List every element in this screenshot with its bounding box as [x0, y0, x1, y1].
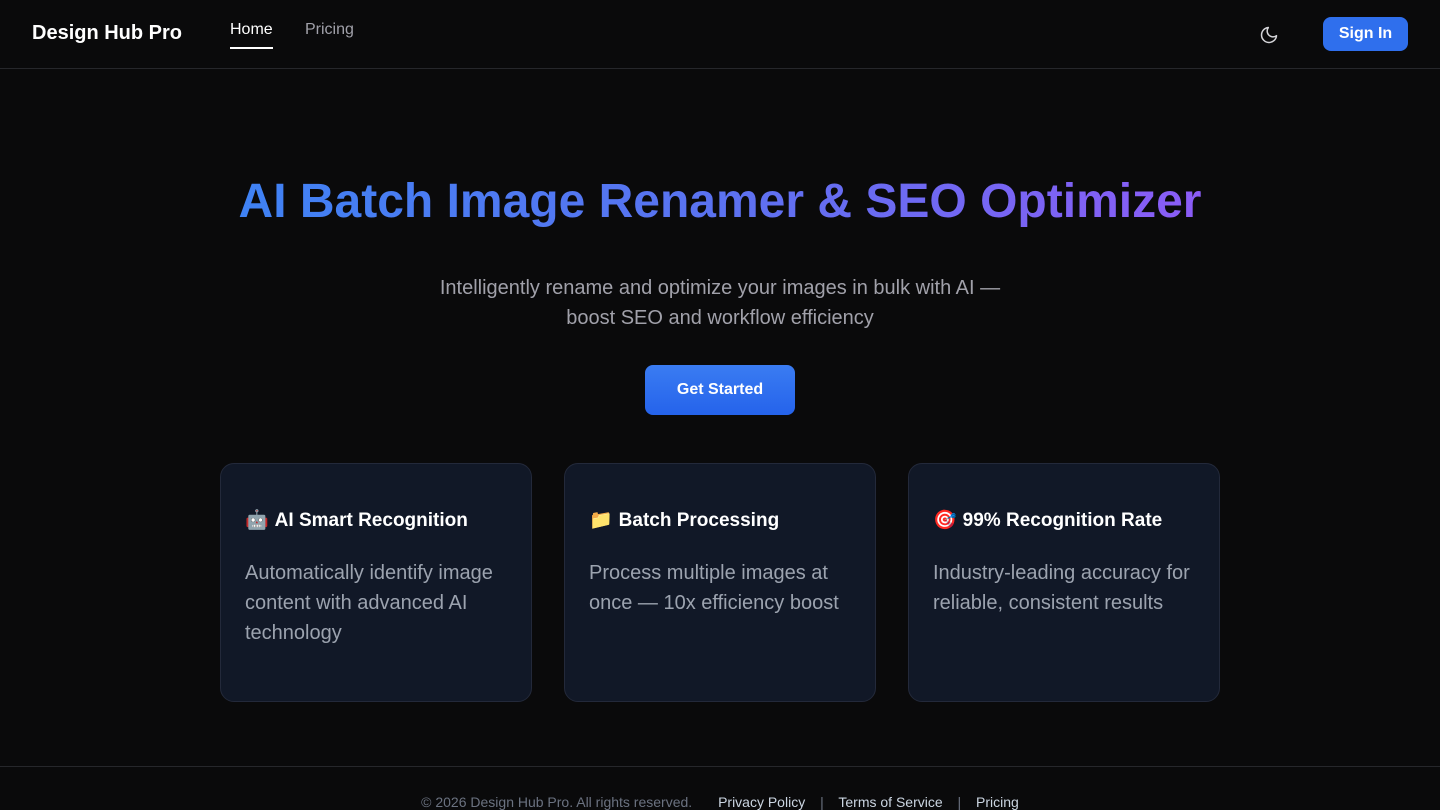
footer-terms-link[interactable]: Terms of Service: [838, 794, 942, 810]
footer-content: © 2026 Design Hub Pro. All rights reserv…: [0, 794, 1440, 810]
feature-card-title: 📁 Batch Processing: [589, 510, 851, 532]
feature-card-description: Automatically identify image content wit…: [245, 562, 493, 644]
nav-home-link[interactable]: Home: [230, 21, 273, 49]
page-title-text: AI Batch Image Renamer & SEO Optimizer: [238, 175, 1202, 228]
footer-copyright: © 2026 Design Hub Pro. All rights reserv…: [421, 794, 693, 810]
hero-subtitle: Intelligently rename and optimize your i…: [439, 277, 1001, 329]
footer-pricing-link[interactable]: Pricing: [976, 794, 1019, 810]
robot-icon: 🤖: [245, 510, 269, 531]
footer-separator: |: [957, 794, 962, 810]
feature-card-title: 🎯 99% Recognition Rate: [933, 510, 1195, 532]
folder-icon: 📁: [589, 510, 613, 531]
footer-privacy-link[interactable]: Privacy Policy: [718, 794, 805, 810]
brand-logo[interactable]: Design Hub Pro: [32, 22, 182, 45]
top-navbar: Design Hub Pro Home Pricing Sign In: [0, 0, 1440, 69]
get-started-button[interactable]: Get Started: [645, 365, 795, 415]
feature-card-recognition-rate: 🎯 99% Recognition Rate Industry-leading …: [908, 463, 1220, 702]
footer-separator: |: [820, 794, 824, 810]
feature-card-description: Industry-leading accuracy for reliable, …: [933, 562, 1190, 614]
feature-card-title-text: AI Smart Recognition: [274, 510, 468, 531]
feature-card-title-text: 99% Recognition Rate: [962, 510, 1163, 531]
nav-pricing-link[interactable]: Pricing: [305, 21, 354, 47]
page-title: AI Batch Image Renamer & SEO Optimizer: [0, 174, 1440, 230]
sign-in-button[interactable]: Sign In: [1323, 17, 1408, 51]
page-footer: © 2026 Design Hub Pro. All rights reserv…: [0, 766, 1440, 810]
theme-toggle-button[interactable]: [1256, 22, 1282, 48]
feature-card-title: 🤖 AI Smart Recognition: [245, 510, 507, 532]
feature-card-ai-recognition: 🤖 AI Smart Recognition Automatically ide…: [220, 463, 532, 702]
feature-card-title-text: Batch Processing: [618, 510, 780, 531]
moon-icon: [1260, 26, 1278, 44]
feature-card-description: Process multiple images at once — 10x ef…: [589, 562, 839, 614]
feature-card-batch-processing: 📁 Batch Processing Process multiple imag…: [564, 463, 876, 702]
target-icon: 🎯: [933, 510, 957, 531]
